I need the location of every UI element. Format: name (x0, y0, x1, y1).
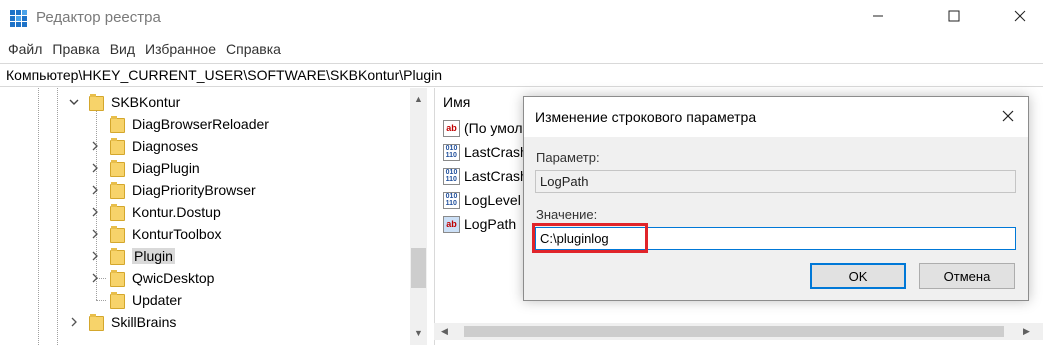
chevron-right-icon[interactable] (88, 139, 102, 153)
binary-value-icon: 010 110 (443, 167, 460, 185)
cancel-button[interactable]: Отмена (919, 263, 1015, 289)
scroll-up-icon[interactable]: ▲ (410, 90, 427, 107)
close-icon (1014, 9, 1026, 25)
tree-label: SKBKontur (111, 94, 181, 110)
dialog-title-bar: Изменение строкового параметра (524, 97, 1028, 137)
minimize-button[interactable] (855, 0, 901, 34)
tree-label: DiagBrowserReloader (132, 116, 269, 132)
folder-icon (110, 138, 125, 155)
tree-node-updater[interactable]: Updater (88, 289, 182, 311)
chevron-right-icon[interactable] (88, 161, 102, 175)
list-item[interactable]: 010 110 LastCrash (443, 141, 528, 163)
list-item[interactable]: ab LogPath (443, 213, 516, 235)
param-label: Параметр: (536, 150, 600, 165)
folder-icon (110, 116, 125, 133)
chevron-right-icon[interactable] (88, 227, 102, 241)
value-name: (По умол (464, 120, 523, 136)
folder-icon (110, 204, 125, 221)
ok-button[interactable]: OK (810, 263, 906, 289)
param-name-field: LogPath (535, 170, 1016, 193)
key-tree: SKBKontur DiagBrowserReloader Diagnoses … (0, 88, 410, 345)
scroll-thumb[interactable] (411, 248, 426, 288)
chevron-right-icon[interactable] (88, 205, 102, 219)
menu-file[interactable]: Файл (4, 38, 46, 60)
folder-icon (89, 94, 104, 111)
value-name: LogPath (464, 216, 517, 232)
binary-value-icon: 010 110 (443, 143, 460, 161)
dialog-close-button[interactable] (996, 105, 1020, 129)
scroll-down-icon[interactable]: ▼ (410, 324, 427, 341)
tree-label: Updater (132, 292, 182, 308)
maximize-button[interactable] (931, 0, 977, 34)
scroll-thumb[interactable] (464, 326, 1004, 337)
tree-node-skbkontur[interactable]: SKBKontur (67, 91, 180, 113)
value-name: LastCrash (464, 144, 528, 160)
edit-string-dialog: Изменение строкового параметра Параметр:… (523, 96, 1029, 301)
binary-value-icon: 010 110 (443, 191, 460, 209)
tree-node-diagbrowserreloader[interactable]: DiagBrowserReloader (88, 113, 269, 135)
menu-favorites[interactable]: Избранное (141, 38, 220, 60)
tree-node-kontur-dostup[interactable]: Kontur.Dostup (88, 201, 221, 223)
highlight-annotation (532, 223, 648, 253)
scroll-right-icon[interactable]: ▶ (1018, 323, 1035, 340)
minimize-icon (872, 9, 884, 25)
tree-guide (38, 88, 39, 345)
tree-label: Kontur.Dostup (132, 204, 221, 220)
folder-icon (89, 314, 104, 331)
title-bar: Редактор реестра (0, 0, 1043, 36)
tree-label: QwicDesktop (132, 270, 215, 286)
tree-node-diagnoses[interactable]: Diagnoses (88, 135, 198, 157)
maximize-icon (948, 9, 960, 25)
chevron-down-icon[interactable] (67, 95, 81, 109)
folder-icon (110, 182, 125, 199)
folder-icon (110, 248, 125, 265)
folder-icon (110, 270, 125, 287)
tree-label: Diagnoses (132, 138, 199, 154)
tree-label: SkillBrains (111, 314, 177, 330)
menu-bar: Файл Правка Вид Избранное Справка (0, 38, 287, 60)
column-header-name[interactable]: Имя (443, 94, 470, 110)
scroll-left-icon[interactable]: ◀ (436, 323, 453, 340)
values-horizontal-scrollbar[interactable]: ◀ ▶ (434, 323, 1043, 340)
string-value-icon: ab (443, 215, 460, 233)
dialog-title: Изменение строкового параметра (535, 109, 757, 125)
tree-label: DiagPlugin (132, 160, 200, 176)
tree-label: KonturToolbox (132, 226, 222, 242)
tree-node-diagplugin[interactable]: DiagPlugin (88, 157, 200, 179)
window-title: Редактор реестра (36, 9, 161, 26)
tree-node-plugin[interactable]: Plugin (88, 245, 175, 267)
tree-guide (57, 88, 58, 345)
address-bar[interactable]: Компьютер\HKEY_CURRENT_USER\SOFTWARE\SKB… (0, 63, 1043, 87)
tree-label: Plugin (132, 248, 175, 264)
folder-icon (110, 226, 125, 243)
tree-node-skillbrains[interactable]: SkillBrains (67, 311, 176, 333)
close-icon (1002, 109, 1014, 125)
tree-node-konturtoolbox[interactable]: KonturToolbox (88, 223, 222, 245)
tree-node-qwicdesktop[interactable]: QwicDesktop (88, 267, 214, 289)
close-button[interactable] (997, 0, 1043, 34)
chevron-right-icon[interactable] (88, 183, 102, 197)
list-item[interactable]: ab (По умол (443, 117, 523, 139)
chevron-right-icon[interactable] (88, 271, 102, 285)
tree-scrollbar[interactable]: ▲ ▼ (410, 88, 427, 345)
menu-help[interactable]: Справка (222, 38, 285, 60)
registry-editor-icon (10, 10, 28, 28)
menu-edit[interactable]: Правка (48, 38, 103, 60)
list-item[interactable]: 010 110 LastCrash (443, 165, 528, 187)
folder-icon (110, 292, 125, 309)
list-item[interactable]: 010 110 LogLevel (443, 189, 521, 211)
tree-node-diagprioritybrowser[interactable]: DiagPriorityBrowser (88, 179, 256, 201)
string-value-icon: ab (443, 119, 460, 137)
value-label: Значение: (536, 207, 598, 222)
menu-view[interactable]: Вид (106, 38, 139, 60)
tree-label: DiagPriorityBrowser (132, 182, 256, 198)
chevron-right-icon[interactable] (88, 249, 102, 263)
value-name: LastCrash (464, 168, 528, 184)
chevron-right-icon[interactable] (67, 315, 81, 329)
folder-icon (110, 160, 125, 177)
value-name: LogLevel (464, 192, 521, 208)
